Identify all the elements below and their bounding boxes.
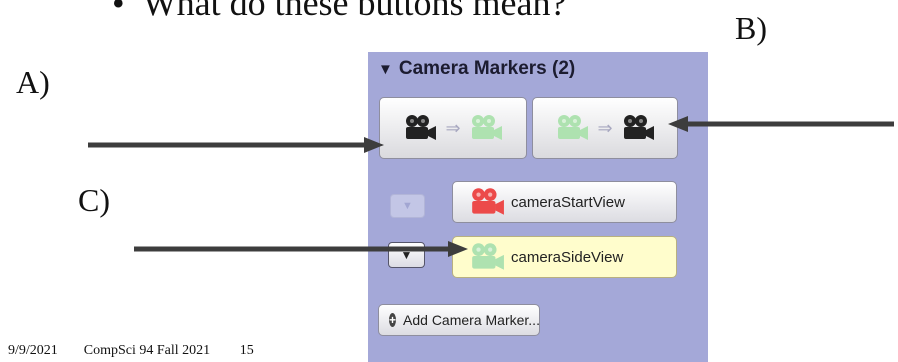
- arrow-icon: ⇒: [445, 117, 461, 138]
- camera-icon-red: [472, 188, 504, 215]
- marker-expand-toggle[interactable]: ▼: [390, 194, 425, 218]
- marker-to-camera-button[interactable]: ⇒: [532, 97, 678, 159]
- camera-icon-green: [558, 115, 589, 140]
- marker-item-camera-side-view[interactable]: cameraSideView: [452, 236, 677, 278]
- footer-date: 9/9/2021: [8, 343, 58, 358]
- add-camera-marker-button[interactable]: + Add Camera Marker...: [378, 304, 540, 336]
- camera-to-marker-button[interactable]: ⇒: [379, 97, 527, 159]
- triangle-down-icon: ▼: [402, 200, 413, 212]
- arrow-to-button-b: [668, 116, 894, 132]
- marker-item-camera-start-view[interactable]: cameraStartView: [452, 181, 677, 223]
- triangle-down-icon: ▼: [378, 61, 393, 78]
- label-a: A): [16, 64, 50, 100]
- panel-header[interactable]: ▼ Camera Markers (2): [378, 58, 575, 80]
- label-b: B): [735, 10, 767, 46]
- footer-page: 15: [239, 343, 254, 358]
- arrow-to-camera-side-view: [134, 241, 468, 257]
- label-c: C): [78, 182, 110, 218]
- add-camera-marker-label: Add Camera Marker...: [403, 312, 540, 328]
- camera-icon-green: [471, 115, 502, 140]
- slide-footer: 9/9/2021 CompSci 94 Fall 2021 15: [8, 343, 254, 359]
- camera-markers-panel: ▼ Camera Markers (2) ⇒ ⇒ ▼ cameraStartVie…: [368, 52, 708, 362]
- slide-bullet: • What do these buttons mean?: [112, 0, 567, 24]
- slide-question: What do these buttons mean?: [142, 0, 567, 23]
- footer-course: CompSci 94 Fall 2021: [83, 343, 211, 358]
- camera-icon-green: [472, 243, 504, 270]
- panel-title: Camera Markers (2): [398, 58, 576, 79]
- marker-label: cameraStartView: [511, 193, 625, 211]
- marker-label: cameraSideView: [511, 248, 624, 266]
- arrow-to-button-a: [88, 137, 384, 153]
- arrow-icon: ⇒: [597, 117, 613, 138]
- plus-circle-icon: +: [389, 313, 397, 327]
- camera-icon-dark: [623, 115, 654, 140]
- camera-icon-dark: [406, 115, 437, 140]
- bullet-dot-icon: •: [112, 0, 125, 23]
